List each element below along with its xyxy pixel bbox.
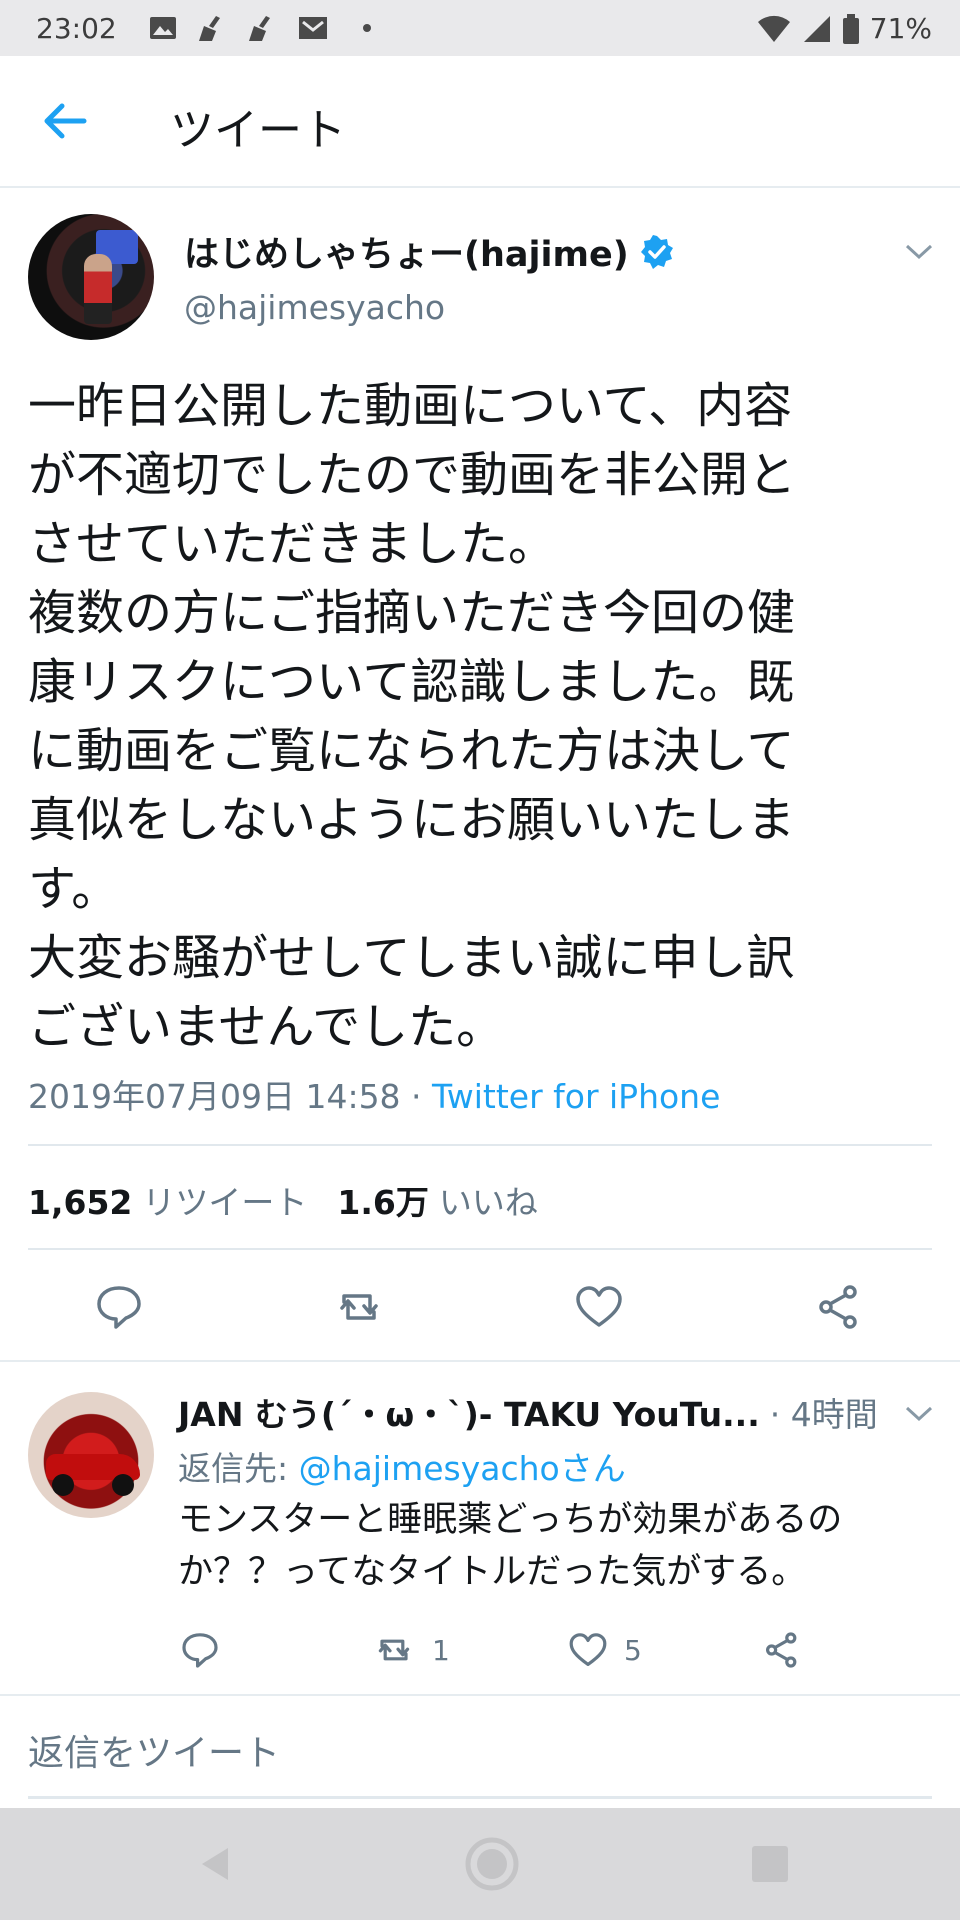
like-count: 1.6万 — [337, 1183, 429, 1222]
battery-icon — [842, 13, 859, 44]
avatar-detail — [84, 254, 112, 324]
nav-home-icon[interactable] — [464, 1836, 520, 1892]
reply-compose-input[interactable]: 返信をツイート — [28, 1724, 932, 1799]
reply-like-button[interactable]: 5 — [568, 1630, 642, 1670]
retweet-label: リツイート — [142, 1183, 308, 1222]
status-time: 23:02 — [36, 12, 117, 45]
verified-badge-icon — [640, 234, 673, 269]
tweet-meta: 2019年07月09日 14:58 · Twitter for iPhone — [28, 1070, 720, 1118]
tweet-timestamp: 2019年07月09日 14:58 — [28, 1077, 401, 1116]
share-icon[interactable] — [814, 1282, 864, 1332]
chevron-down-icon[interactable] — [904, 242, 934, 262]
author-avatar[interactable] — [28, 214, 154, 340]
chevron-down-icon[interactable] — [904, 1404, 934, 1424]
author-handle[interactable]: @hajimesyacho — [184, 288, 445, 327]
reply-share-button[interactable] — [762, 1630, 802, 1670]
retweet-count: 1,652 — [28, 1183, 133, 1222]
divider — [28, 1144, 932, 1146]
like-label: いいね — [438, 1183, 538, 1222]
reply-author-avatar[interactable] — [28, 1392, 154, 1518]
page-title: ツイート — [170, 105, 346, 156]
reply-to-line: 返信先: @hajimesyachoさん — [178, 1442, 626, 1490]
reply-like-count: 5 — [624, 1633, 642, 1667]
meta-separator: · — [400, 1077, 433, 1116]
retweet-stat[interactable]: 1,652 リツイート — [28, 1176, 307, 1224]
image-icon — [150, 17, 176, 39]
avatar-detail — [52, 1474, 74, 1496]
tweet-source-link[interactable]: Twitter for iPhone — [432, 1077, 720, 1116]
reply-retweet-count: 1 — [432, 1633, 450, 1667]
app-header: ツイート — [0, 56, 960, 188]
like-stat[interactable]: 1.6万 いいね — [337, 1176, 537, 1224]
reply-reply-button[interactable] — [180, 1630, 220, 1670]
battery-percent: 71% — [869, 12, 932, 45]
system-nav-bar — [0, 1808, 960, 1920]
reply-header: JAN むう(´・ω・`)- TAKU YouTu... · 4時間 — [178, 1388, 878, 1436]
signal-icon — [803, 15, 830, 42]
broom-icon — [199, 16, 220, 41]
dot-icon — [363, 24, 371, 32]
status-right-group: 71% — [756, 12, 932, 45]
broom-icon — [249, 16, 270, 41]
reply-retweet-button[interactable]: 1 — [372, 1630, 450, 1670]
tweet-stats: 1,652 リツイート 1.6万 いいね — [28, 1176, 538, 1224]
tweet-text: 一昨日公開した動画について、内容 が不適切でしたので動画を非公開と させていただ… — [28, 378, 797, 1055]
divider — [0, 1360, 960, 1362]
wifi-icon — [757, 15, 790, 42]
divider — [0, 1694, 960, 1696]
divider — [28, 1248, 932, 1250]
author-name-row[interactable]: はじめしゃちょー(hajime) — [184, 226, 675, 277]
author-display-name[interactable]: はじめしゃちょー(hajime) — [184, 226, 629, 277]
retweet-icon[interactable] — [334, 1282, 384, 1332]
heart-icon[interactable] — [574, 1282, 624, 1332]
nav-back-icon[interactable] — [188, 1836, 244, 1892]
share-icon — [766, 1632, 797, 1668]
heart-icon — [569, 1633, 607, 1666]
retweet-icon — [378, 1639, 410, 1661]
reply-to-mention[interactable]: @hajimesyachoさん — [299, 1449, 626, 1488]
nav-recents-icon[interactable] — [742, 1836, 798, 1892]
reply-icon[interactable] — [94, 1282, 144, 1332]
reply-icon — [182, 1633, 218, 1668]
arrow-left-icon[interactable] — [40, 96, 90, 146]
reply-to-prefix: 返信先: — [178, 1449, 299, 1488]
avatar-detail — [112, 1474, 134, 1496]
reply-time: · 4時間 — [769, 1395, 878, 1434]
reply-author-name[interactable]: JAN むう(´・ω・`)- TAKU YouTu... — [178, 1388, 760, 1436]
status-bar: 23:02 71% — [0, 0, 960, 56]
reply-text: モンスターと睡眠薬どっちが効果があるの か？？ってなタイトルだった気がする。 — [178, 1500, 843, 1592]
mail-icon — [299, 17, 327, 39]
